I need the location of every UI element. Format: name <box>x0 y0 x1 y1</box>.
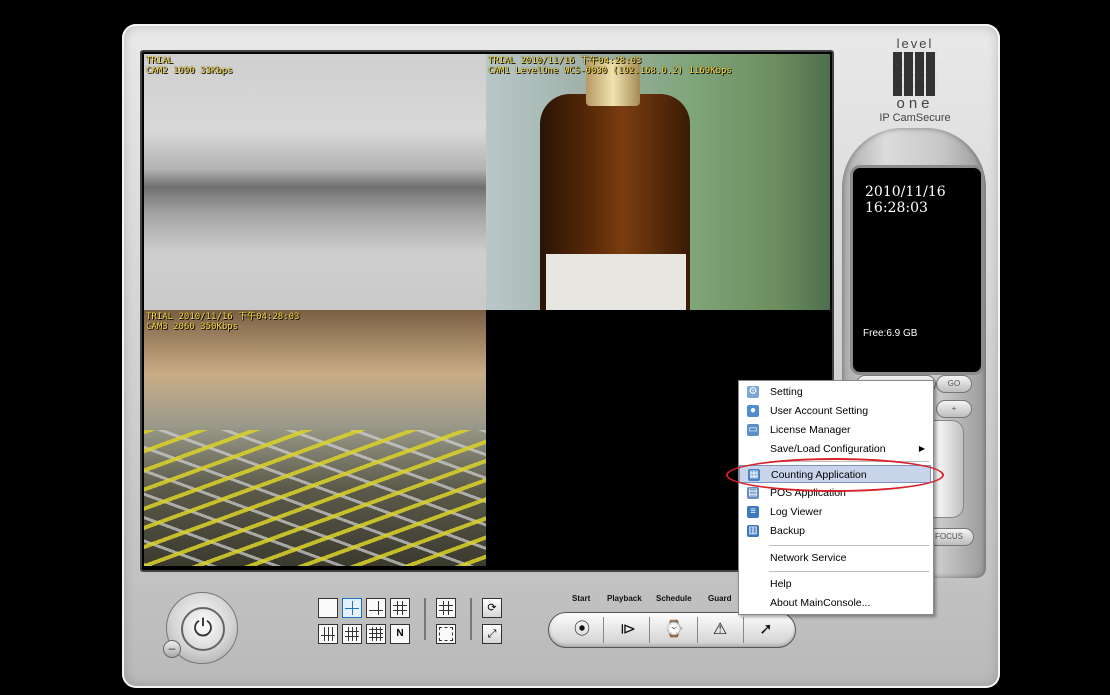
menu-item-setting[interactable]: ⚙ Setting <box>739 383 931 401</box>
playback-icon: ⧐ <box>620 621 636 638</box>
status-datetime: 2010/11/16 16:28:03 <box>865 184 946 216</box>
menu-item-user-account[interactable]: ● User Account Setting <box>739 402 931 420</box>
layout-n-button[interactable]: N <box>390 624 410 644</box>
bottle-label-image <box>546 254 686 310</box>
schedule-label: Schedule <box>656 594 692 603</box>
cam3-osd: TRIAL 2010/11/16 下午04:28:03 CAM3 2060 35… <box>146 312 300 332</box>
menu-item-log-viewer[interactable]: ≡ Log Viewer <box>739 503 931 521</box>
pos-icon: ▤ <box>747 487 759 499</box>
menu-item-help[interactable]: Help <box>739 575 931 593</box>
backup-icon: ▥ <box>747 525 759 537</box>
config-tools-button[interactable]: ➚ <box>747 616 785 644</box>
status-date: 2010/11/16 <box>865 184 946 200</box>
cam1-osd: TRIAL 2010/11/16 下午04:28:03 CAM1 LevelOn… <box>488 56 732 76</box>
license-icon: ▭ <box>747 424 759 436</box>
layout-16-button[interactable] <box>366 624 386 644</box>
free-space: Free:6.9 GB <box>863 328 918 339</box>
menu-item-label: Setting <box>770 386 803 398</box>
camera-view-cam1[interactable]: TRIAL 2010/11/16 下午04:28:03 CAM1 LevelOn… <box>486 54 830 310</box>
annotation-highlight-ring <box>726 458 944 492</box>
user-icon: ● <box>747 405 759 417</box>
gear-icon: ⚙ <box>747 386 759 398</box>
guard-label: Guard <box>708 594 732 603</box>
status-display: 2010/11/16 16:28:03 Free:6.9 GB <box>850 165 984 375</box>
brand-bottom: one <box>896 95 934 112</box>
menu-item-label: About MainConsole... <box>770 597 871 609</box>
layout-10-button[interactable] <box>342 624 362 644</box>
zoom-plus-button[interactable]: + <box>936 400 972 418</box>
rotate-icon[interactable]: ⟳ <box>482 598 502 618</box>
product-name: IP CamSecure <box>879 112 951 124</box>
menu-item-label: User Account Setting <box>770 405 869 417</box>
minimize-button[interactable]: – <box>163 640 181 658</box>
menu-separator <box>769 571 929 572</box>
divider <box>424 598 426 640</box>
config-context-menu: ⚙ Setting ● User Account Setting ▭ Licen… <box>738 380 934 615</box>
start-record-button[interactable]: ⦿ <box>563 616 601 644</box>
layout-4-button[interactable] <box>342 598 362 618</box>
camera-view-cam3[interactable]: TRIAL 2010/11/16 下午04:28:03 CAM3 2060 35… <box>144 310 486 566</box>
status-time: 16:28:03 <box>865 200 928 216</box>
start-label: Start <box>572 594 591 603</box>
menu-item-backup[interactable]: ▥ Backup <box>739 522 931 540</box>
layout-custom-button[interactable] <box>436 624 456 644</box>
menu-item-license-manager[interactable]: ▭ License Manager <box>739 421 931 439</box>
go-button[interactable]: GO <box>936 375 972 393</box>
layout-1-button[interactable] <box>318 598 338 618</box>
menu-item-label: Log Viewer <box>770 506 823 518</box>
tools-icon: ➚ <box>759 621 773 638</box>
brand-grid-icon <box>893 52 937 96</box>
menu-separator <box>769 545 929 546</box>
divider <box>470 598 472 640</box>
guard-button[interactable]: ⚠ <box>701 616 739 644</box>
menu-item-label: License Manager <box>770 424 851 436</box>
log-icon: ≡ <box>747 506 759 518</box>
brand-top: level <box>896 36 934 51</box>
cam2-osd: TRIAL CAM2 1090 33Kbps <box>146 56 233 76</box>
menu-item-label: Help <box>770 578 792 590</box>
menu-item-about[interactable]: About MainConsole... <box>739 594 931 612</box>
control-bar: ⦿ ⧐ ⌚ ⚠ ➚ <box>548 612 796 648</box>
submenu-arrow-icon: ▶ <box>918 444 925 453</box>
layout-6-button[interactable] <box>366 598 386 618</box>
menu-item-network-service[interactable]: Network Service <box>739 549 931 567</box>
menu-item-label: Save/Load Configuration <box>770 443 886 455</box>
warning-icon: ⚠ <box>712 621 728 638</box>
playback-button[interactable]: ⧐ <box>609 616 647 644</box>
fullscreen-icon[interactable]: ⤢ <box>482 624 502 644</box>
camera-view-cam2[interactable]: TRIAL CAM2 1090 33Kbps <box>144 54 486 310</box>
video-grid: TRIAL CAM2 1090 33Kbps TRIAL 2010/11/16 … <box>140 50 834 572</box>
menu-item-label: Network Service <box>770 552 847 564</box>
cables-image <box>144 430 486 566</box>
playback-label: Playback <box>607 594 642 603</box>
power-icon: ⏻ <box>181 607 225 651</box>
layout-sequence-button[interactable] <box>436 598 456 618</box>
record-icon: ⦿ <box>573 621 590 638</box>
schedule-button[interactable]: ⌚ <box>655 616 693 644</box>
layout-9-button[interactable] <box>390 598 410 618</box>
schedule-icon: ⌚ <box>664 621 684 638</box>
menu-item-save-load-config[interactable]: Save/Load Configuration ▶ <box>739 440 931 458</box>
menu-item-label: Backup <box>770 525 806 537</box>
brand-logo: level one IP CamSecure <box>866 36 964 124</box>
layout-8-button[interactable] <box>318 624 338 644</box>
